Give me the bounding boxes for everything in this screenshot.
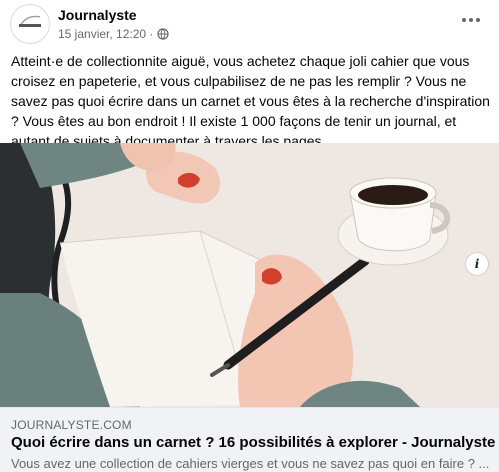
link-title[interactable]: Quoi écrire dans un carnet ? 16 possibil… <box>11 434 495 451</box>
page-avatar[interactable] <box>10 4 50 44</box>
info-icon[interactable]: i <box>465 252 489 276</box>
facebook-post: Journalyste 15 janvier, 12:20 · Atteint·… <box>0 0 499 472</box>
post-date[interactable]: 15 janvier, 12:20 · <box>58 27 153 41</box>
post-meta: 15 janvier, 12:20 · <box>58 27 170 41</box>
post-image[interactable] <box>0 143 499 407</box>
globe-icon <box>157 28 170 40</box>
link-preview[interactable]: JOURNALYSTE.COM Quoi écrire dans un carn… <box>0 407 499 472</box>
link-domain: JOURNALYSTE.COM <box>11 418 132 432</box>
post-text: Atteint·e de collectionnite aiguë, vous … <box>11 53 490 149</box>
more-options-icon[interactable] <box>457 10 485 30</box>
post-author[interactable]: Journalyste <box>58 7 137 23</box>
link-description: Vous avez une collection de cahiers vier… <box>11 456 490 471</box>
